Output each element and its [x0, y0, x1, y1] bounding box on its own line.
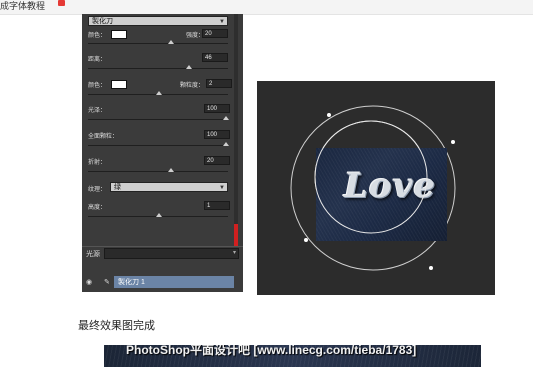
grain-label: 颗粒度： [180, 83, 205, 89]
height-slider-thumb[interactable] [156, 213, 162, 217]
gloss-label: 光泽： [88, 108, 107, 114]
chevron-down-icon: ▾ [232, 250, 236, 256]
color2-swatch[interactable] [111, 80, 127, 89]
refraction-slider-track[interactable] [88, 171, 228, 172]
handle-point [327, 113, 331, 117]
refraction-input[interactable]: 20 [204, 156, 230, 165]
handle-point [451, 140, 455, 144]
canvas-preview: Love [257, 81, 495, 295]
height-input[interactable]: 1 [204, 201, 230, 210]
distance-slider-track[interactable] [88, 68, 228, 69]
texture-select-value: 绿 [114, 184, 121, 191]
handle-point [304, 238, 308, 242]
love-image: Love [316, 148, 447, 241]
texture-label: 纹理： [88, 187, 107, 193]
gloss-slider-thumb[interactable] [223, 116, 229, 120]
light-source-field[interactable]: ▾ [104, 248, 239, 259]
browser-header: 成字体教程 [0, 0, 533, 15]
distance-label: 距离： [88, 57, 107, 63]
full-grain-input[interactable]: 100 [204, 130, 230, 139]
love-text: Love [344, 166, 436, 206]
photoshop-settings-panel: 製化刀 ▼ 颜色： 强度： 20 距离： 46 颜色： 颗粒度： 2 光泽： 1… [82, 14, 243, 292]
gloss-input[interactable]: 100 [204, 104, 230, 113]
result-image-banner: PhotoShop平面设计吧 [www.linecg.com/tieba/178… [104, 345, 481, 367]
light-source-label: 光源 [86, 251, 100, 258]
gloss-slider-track[interactable] [88, 119, 228, 120]
layer-row[interactable]: ◉ ✎ 製化刀 1 [82, 276, 243, 288]
effect-select[interactable]: 製化刀 ▼ [88, 16, 228, 26]
fx-icon: ✎ [104, 279, 110, 286]
chevron-down-icon: ▼ [219, 185, 225, 191]
distance-input[interactable]: 46 [202, 53, 228, 62]
page-title-fragment: 成字体教程 [0, 1, 46, 11]
texture-select[interactable]: 绿 ▼ [110, 182, 228, 192]
panel-scrollbar[interactable] [234, 14, 238, 246]
strength-slider-thumb[interactable] [168, 40, 174, 44]
grain-slider-thumb[interactable] [156, 91, 162, 95]
refraction-label: 折射： [88, 160, 107, 166]
full-grain-slider-track[interactable] [88, 145, 228, 146]
section-caption: 最终效果图完成 [78, 320, 155, 332]
height-label: 高度： [88, 205, 107, 211]
refraction-slider-thumb[interactable] [168, 168, 174, 172]
eye-icon[interactable]: ◉ [86, 278, 92, 286]
strength-slider-track[interactable] [88, 43, 228, 44]
full-grain-slider-thumb[interactable] [223, 142, 229, 146]
layer-name: 製化刀 1 [118, 279, 145, 286]
color2-label: 颜色： [88, 83, 107, 89]
handle-point [429, 266, 433, 270]
effect-select-value: 製化刀 [92, 18, 113, 25]
grain-input[interactable]: 2 [206, 79, 232, 88]
strength-input[interactable]: 20 [202, 29, 228, 38]
color-swatch[interactable] [111, 30, 127, 39]
full-grain-label: 全面颗粒： [88, 134, 119, 140]
scroll-marker [234, 224, 238, 246]
distance-slider-thumb[interactable] [186, 65, 192, 69]
badge-icon [58, 0, 65, 6]
color-label: 颜色： [88, 33, 107, 39]
watermark-text: PhotoShop平面设计吧 [www.linecg.com/tieba/178… [126, 345, 417, 357]
chevron-down-icon: ▼ [219, 19, 225, 25]
panel-divider [82, 246, 243, 247]
